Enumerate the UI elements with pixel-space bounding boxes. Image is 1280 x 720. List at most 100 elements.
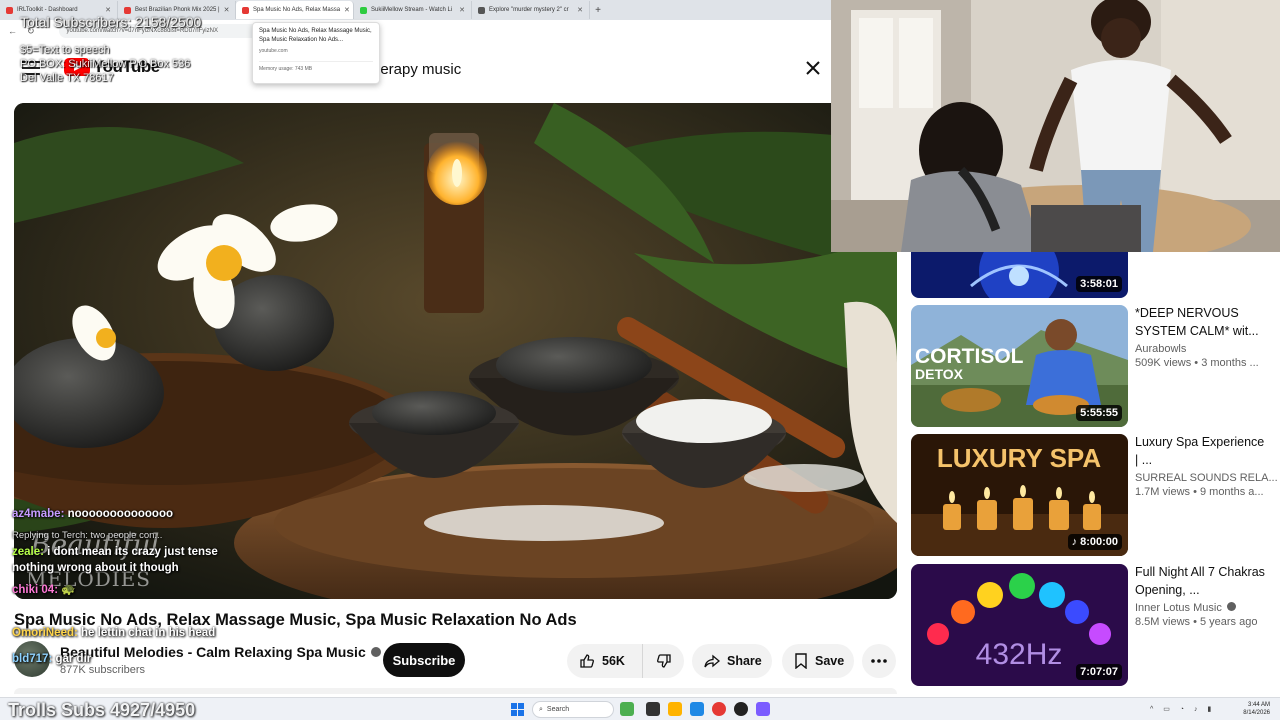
close-tab-icon[interactable]: ✕ bbox=[577, 6, 583, 14]
search-input[interactable]: herapy music bbox=[372, 52, 792, 86]
recommendation-title[interactable]: Full Night All 7 Chakras Opening, ... bbox=[1135, 564, 1265, 600]
obs-icon[interactable] bbox=[734, 702, 748, 716]
recommendation-info: *DEEP NERVOUS SYSTEM CALM* wit... Aurabo… bbox=[1135, 305, 1265, 369]
screen: IRLToolkit - Dashboard ✕ Best Brazilian P… bbox=[0, 0, 1280, 720]
recommendation-item[interactable]: 432Hz 7:07:07 Full Night All 7 Chakras O… bbox=[911, 564, 1271, 686]
thumbnail-caption: DETOX bbox=[915, 366, 964, 382]
recommendation-title[interactable]: *DEEP NERVOUS SYSTEM CALM* wit... bbox=[1135, 305, 1265, 341]
tooltip-title: Spa Music No Ads, Relax Massage Music, S… bbox=[259, 28, 372, 43]
trolls-subs-overlay: Trolls Subs 4927/4950 bbox=[8, 700, 196, 720]
tooltip-memory: Memory usage: 743 MB bbox=[259, 61, 373, 72]
close-icon[interactable] bbox=[804, 59, 822, 77]
tab-hover-card: Spa Music No Ads, Relax Massage Music, S… bbox=[252, 22, 380, 84]
recommendation-item[interactable]: CORTISOL DETOX 5:55:55 *DEEP NERVOUS SYS… bbox=[911, 305, 1271, 427]
recommendation-thumbnail[interactable]: CORTISOL DETOX 5:55:55 bbox=[911, 305, 1128, 427]
thumbnail-caption: LUXURY SPA bbox=[937, 443, 1101, 473]
close-tab-icon[interactable]: ✕ bbox=[459, 6, 465, 14]
taskbar-clock[interactable]: 3:44 AM 8/14/2026 bbox=[1243, 701, 1270, 717]
duration-badge: 7:07:07 bbox=[1076, 664, 1122, 680]
favicon-icon bbox=[6, 6, 13, 14]
playlist-icon: ♪ bbox=[1071, 536, 1078, 548]
address-info: Del Valle TX 78617 bbox=[20, 72, 114, 84]
recommendation-channel[interactable]: SURREAL SOUNDS RELA... bbox=[1135, 472, 1278, 484]
chat-text: noooooooooooooo bbox=[67, 508, 173, 520]
tab-label: SukiiMellow Stream - Watch Li bbox=[371, 7, 453, 13]
tooltip-domain: youtube.com bbox=[259, 48, 288, 54]
tab-label: Explore "murder mystery 2" cr bbox=[489, 7, 569, 13]
chat-username: chiki 04: bbox=[12, 584, 59, 596]
recommendation-channel-row[interactable]: Inner Lotus Music bbox=[1135, 602, 1265, 614]
duration-badge: ♪ 8:00:00 bbox=[1067, 534, 1122, 550]
more-actions-button[interactable] bbox=[862, 644, 896, 678]
chat-message: zeale: i dont mean its crazy just tense … bbox=[12, 544, 232, 576]
webcam-feed bbox=[831, 0, 1280, 252]
verified-icon bbox=[1226, 602, 1236, 611]
edge-icon[interactable] bbox=[690, 702, 704, 716]
taskbar-app-icon[interactable] bbox=[620, 702, 634, 716]
browser-tab[interactable]: SukiiMellow Stream - Watch Li ✕ bbox=[354, 1, 472, 19]
thumbnail-caption: CORTISOL bbox=[915, 345, 1024, 368]
back-icon[interactable]: ← bbox=[8, 26, 17, 36]
chat-message: az4mabe: noooooooooooooo bbox=[12, 506, 232, 522]
discord-icon[interactable] bbox=[756, 702, 770, 716]
taskbar-search-label: Search bbox=[546, 706, 570, 713]
recommendation-meta: 8.5M views • 5 years ago bbox=[1135, 616, 1258, 628]
close-tab-icon[interactable]: ✕ bbox=[105, 6, 111, 14]
recommendation-thumbnail[interactable]: LUXURY SPA ♪ 8:00:00 bbox=[911, 434, 1128, 556]
chat-text: gar dir bbox=[55, 653, 92, 665]
folder-icon[interactable] bbox=[668, 702, 682, 716]
duration-text: 8:00:00 bbox=[1080, 536, 1118, 548]
windows-start-icon[interactable] bbox=[511, 703, 524, 716]
favicon-icon bbox=[124, 6, 131, 14]
recommendation-meta: 509K views • 3 months ... bbox=[1135, 357, 1259, 369]
like-button[interactable]: 56K bbox=[567, 644, 643, 678]
taskbar-app-icon[interactable] bbox=[646, 702, 660, 716]
save-button[interactable]: Save bbox=[782, 644, 854, 678]
favicon-icon bbox=[242, 6, 249, 14]
tab-label: Best Brazilian Phonk Mix 2025 | bbox=[135, 7, 220, 13]
tab-label: IRLToolkit - Dashboard bbox=[17, 7, 78, 13]
browser-tab[interactable]: Explore "murder mystery 2" cr ✕ bbox=[472, 1, 590, 19]
more-horizontal-icon bbox=[871, 659, 887, 663]
recommendation-info: Luxury Spa Experience | ... SURREAL SOUN… bbox=[1135, 434, 1278, 498]
chat-username: az4mabe: bbox=[12, 508, 65, 520]
share-button[interactable]: Share bbox=[692, 644, 772, 678]
system-tray[interactable]: ^ ▭ ◔ ♪ ▮ bbox=[1150, 705, 1215, 713]
new-tab-button[interactable]: + bbox=[590, 5, 606, 16]
recommendation-info: Full Night All 7 Chakras Opening, ... In… bbox=[1135, 564, 1265, 628]
subscribe-button[interactable]: Subscribe bbox=[383, 643, 465, 677]
recommendation-item[interactable]: LUXURY SPA ♪ 8:00:00 Luxury Spa Experienc… bbox=[911, 434, 1278, 556]
chat-message: chiki 04: 🐢 bbox=[12, 582, 232, 598]
tts-info: $5=Text to speech bbox=[20, 44, 110, 56]
chat-text: he lettin chat in his head bbox=[81, 627, 216, 639]
close-tab-icon[interactable]: ✕ bbox=[344, 6, 350, 14]
recommendation-channel[interactable]: Aurabowls bbox=[1135, 343, 1265, 355]
bookmark-icon bbox=[795, 653, 807, 669]
search-query-text: herapy music bbox=[372, 60, 462, 78]
duration-text: 7:07:07 bbox=[1080, 666, 1118, 678]
favicon-icon bbox=[478, 6, 485, 14]
browser-tab-active[interactable]: Spa Music No Ads, Relax Massa ✕ bbox=[236, 1, 354, 19]
chat-reply-context: Replying to Terch: two people con... bbox=[12, 530, 163, 541]
dislike-button[interactable] bbox=[643, 653, 684, 669]
recommendation-meta: 1.7M views • 9 months a... bbox=[1135, 486, 1264, 498]
chat-username: bld717: bbox=[12, 653, 53, 665]
tab-label: Spa Music No Ads, Relax Massa bbox=[253, 7, 341, 13]
webcam-scene bbox=[831, 0, 1280, 252]
like-count: 56K bbox=[602, 654, 625, 668]
recommendation-channel: Inner Lotus Music bbox=[1135, 602, 1222, 614]
recommendation-title[interactable]: Luxury Spa Experience | ... bbox=[1135, 434, 1265, 470]
share-icon bbox=[704, 654, 720, 668]
chat-username: zeale: bbox=[12, 546, 44, 558]
recommendation-thumbnail[interactable]: 432Hz 7:07:07 bbox=[911, 564, 1128, 686]
taskbar-search-box[interactable]: ⌕ Search bbox=[532, 701, 614, 718]
verified-icon bbox=[370, 647, 381, 657]
search-icon: ⌕ bbox=[539, 705, 543, 713]
subscriber-goal: Total Subscribers: 2158/2500 bbox=[20, 14, 202, 30]
chrome-icon[interactable] bbox=[712, 702, 726, 716]
recommendation-item[interactable]: 3:58:01 bbox=[911, 176, 1271, 298]
thumbnail-caption: 432Hz bbox=[976, 638, 1063, 671]
close-tab-icon[interactable]: ✕ bbox=[224, 6, 230, 14]
chat-message: OmoriNeed: he lettin chat in his head bbox=[12, 625, 232, 641]
duration-badge: 5:55:55 bbox=[1076, 405, 1122, 421]
